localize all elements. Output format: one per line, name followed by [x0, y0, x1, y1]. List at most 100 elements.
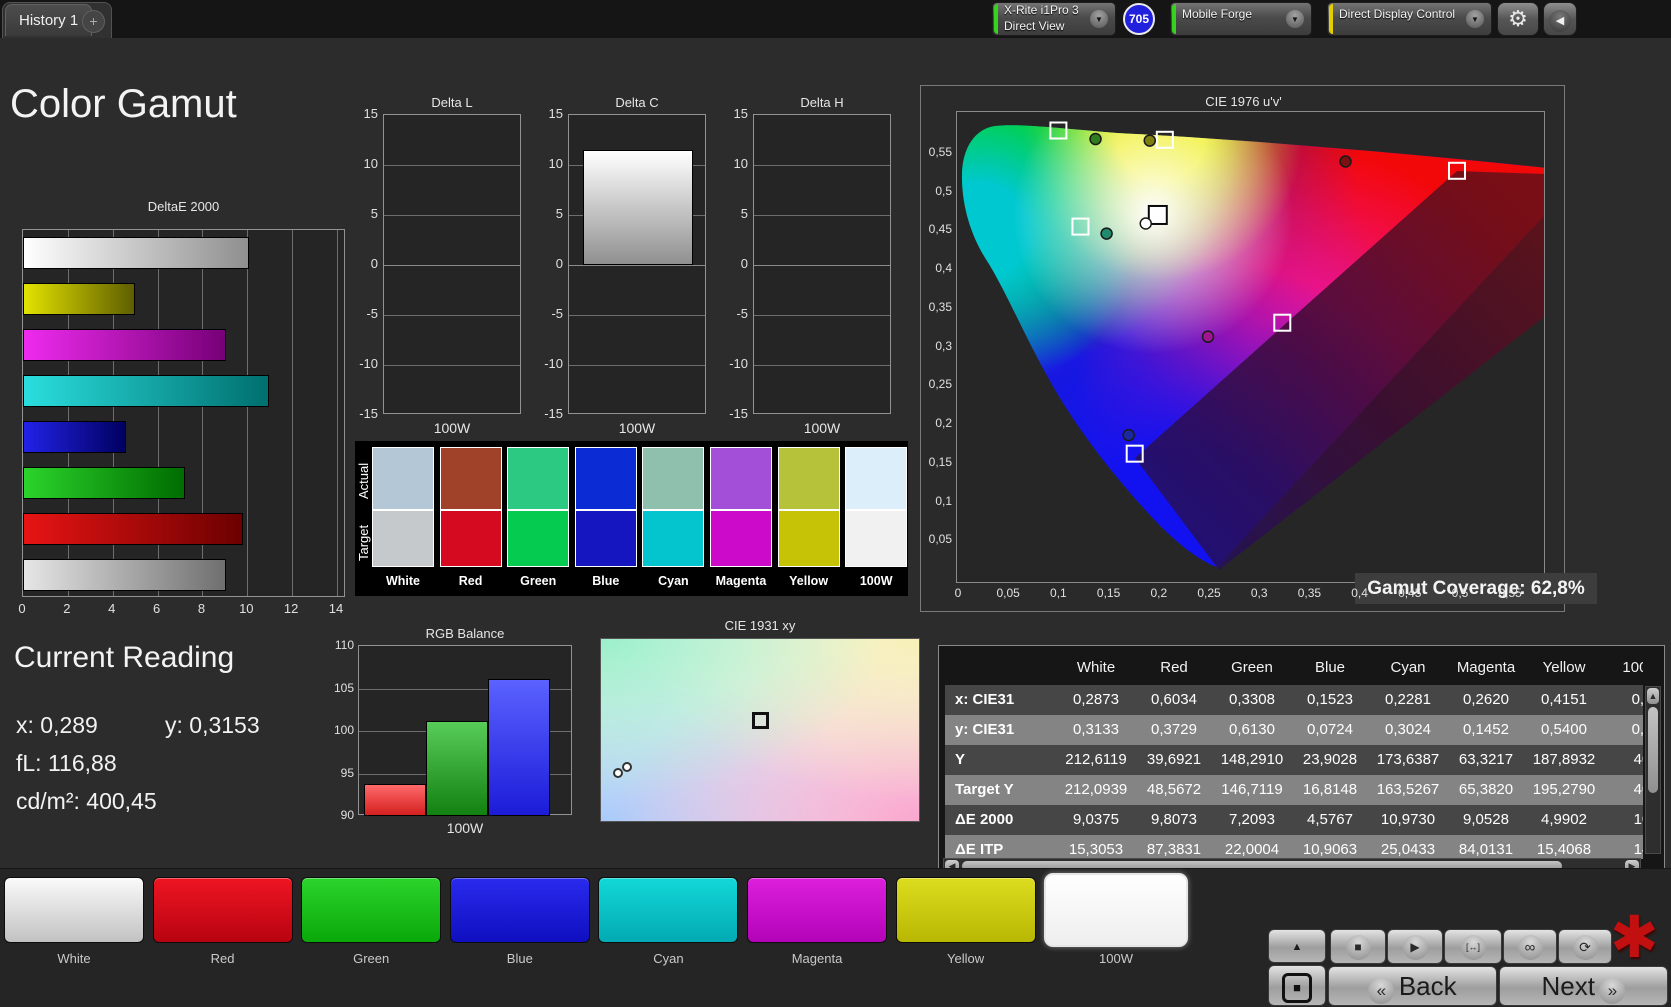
table-cell: 195,2790 — [1525, 775, 1603, 805]
table-cell: 0,2873 — [1057, 685, 1135, 715]
table-cell: 0,3133 — [1057, 715, 1135, 745]
column-header-green: Green — [1213, 651, 1291, 685]
add-tab-button[interactable]: + — [82, 10, 105, 33]
table-cell: 212,6119 — [1057, 745, 1135, 775]
target-swatch-red — [440, 510, 502, 567]
measured-point-marker — [622, 762, 632, 772]
vertical-scroll-thumb[interactable] — [1648, 707, 1658, 793]
table-row: Y212,611939,6921148,291023,9028173,63876… — [945, 745, 1643, 775]
expand-panel-button[interactable]: ▲ — [1268, 929, 1326, 963]
settings-button[interactable]: ⚙ — [1497, 2, 1539, 36]
patch-button-magenta[interactable] — [747, 877, 887, 943]
column-header-white: White — [1057, 651, 1135, 685]
table-cell: 15,4068 — [1525, 835, 1603, 859]
delta-h-chart: Delta H 100W 151050-5-10-15 — [708, 95, 898, 440]
gridline — [247, 230, 248, 596]
axis-tick-label: 10 — [236, 601, 256, 616]
measured-red-marker — [1340, 156, 1351, 167]
patch-button-yellow[interactable] — [896, 877, 1036, 943]
cie1931-chart — [600, 638, 920, 822]
back-button[interactable]: « Back — [1328, 966, 1497, 1006]
gridline — [384, 215, 520, 216]
axis-tick-label: -10 — [523, 356, 563, 371]
play-button[interactable]: ▶ — [1387, 929, 1443, 964]
axis-tick-label: 12 — [281, 601, 301, 616]
swatch-label: White — [372, 574, 434, 588]
patch-button-100w[interactable] — [1044, 873, 1188, 947]
patch-button-green[interactable] — [301, 877, 441, 943]
reading-x: x: 0,289 — [16, 712, 98, 739]
axis-tick-label: -5 — [708, 306, 748, 321]
stop-button[interactable]: ■ — [1330, 929, 1386, 964]
axis-tick-label: 2 — [57, 601, 77, 616]
swatch-label: Green — [507, 574, 569, 588]
measured-green-marker — [1090, 134, 1101, 145]
table-cell: 15,3053 — [1057, 835, 1135, 859]
refresh-icon: ⟳ — [1573, 935, 1598, 960]
next-button[interactable]: Next » — [1499, 966, 1668, 1006]
table-cell: 25,0433 — [1369, 835, 1447, 859]
axis-tick-label: 6 — [147, 601, 167, 616]
axis-tick-label: 0,25 — [1193, 586, 1225, 600]
measured-magenta-marker — [1202, 331, 1213, 342]
next-button-label: Next — [1542, 971, 1595, 1001]
gridline — [569, 315, 705, 316]
gridline — [569, 365, 705, 366]
target-row-label: Target — [356, 513, 371, 573]
table-row: Target Y212,093948,5672146,711916,814816… — [945, 775, 1643, 805]
square-icon: ■ — [1282, 973, 1312, 1003]
table-cell: 0,2281 — [1369, 685, 1447, 715]
swatch-label: Blue — [575, 574, 637, 588]
table-cell: 16,8148 — [1291, 775, 1369, 805]
collapse-panel-button[interactable]: ◀ — [1543, 2, 1577, 36]
table-cell: 10 — [1603, 805, 1643, 835]
table-cell: 146,7119 — [1213, 775, 1291, 805]
table-cell: 4,9902 — [1525, 805, 1603, 835]
delta_c-bar — [583, 150, 693, 265]
table-cell: 23,9028 — [1291, 745, 1369, 775]
swatch-label: 100W — [845, 574, 907, 588]
column-header-100w: 100W — [1603, 651, 1643, 685]
rgb-balance-title: RGB Balance — [358, 626, 572, 641]
step-button[interactable]: [↔] — [1444, 929, 1502, 964]
patch-button-white[interactable] — [4, 877, 144, 943]
axis-tick-label: -15 — [338, 406, 378, 421]
axis-tick-label: 0,55 — [921, 145, 952, 159]
swatch-label: Yellow — [778, 574, 840, 588]
patch-button-cyan[interactable] — [598, 877, 738, 943]
table-cell: 0,6130 — [1213, 715, 1291, 745]
actual-swatch-blue — [575, 447, 637, 510]
calman-logo-icon: ✱ — [1610, 909, 1659, 967]
axis-tick-label: 4 — [102, 601, 122, 616]
axis-tick-label: 0,2 — [921, 416, 952, 430]
tab-history-1[interactable]: History 1 — [5, 4, 92, 36]
axis-tick-label: 0,4 — [1344, 586, 1376, 600]
axis-tick-label: 10 — [523, 156, 563, 171]
measured-white-marker — [1140, 218, 1151, 229]
row-label: Target Y — [945, 775, 1057, 805]
axis-tick-label: 10 — [708, 156, 748, 171]
rgb-bar-green — [426, 721, 488, 816]
column-header-cyan: Cyan — [1369, 651, 1447, 685]
refresh-button[interactable]: ⟳ — [1558, 929, 1612, 964]
axis-tick-label: -5 — [338, 306, 378, 321]
table-cell: 40 — [1603, 745, 1643, 775]
source-dropdown[interactable]: Mobile Forge ▼ — [1170, 2, 1312, 36]
actual-swatch-100w — [845, 447, 907, 510]
delta-c-chart: Delta C 100W 151050-5-10-15 — [523, 95, 713, 440]
calman-color-gamut-screen: History 1 + X-Rite i1Pro 3Direct View ▼ … — [0, 0, 1671, 1007]
display-control-dropdown[interactable]: Direct Display Control ▼ — [1327, 2, 1492, 36]
axis-tick-label: 0,15 — [1093, 586, 1125, 600]
meter-dropdown[interactable]: X-Rite i1Pro 3Direct View ▼ — [992, 2, 1116, 36]
loop-infinite-button[interactable]: ∞ — [1503, 929, 1557, 964]
target-swatch-blue — [575, 510, 637, 567]
cie1976-title: CIE 1976 u'v' — [921, 94, 1566, 109]
table-cell: 48,5672 — [1135, 775, 1213, 805]
scroll-up-button[interactable]: ▲ — [1647, 688, 1659, 704]
window-mode-button[interactable]: ■ — [1268, 965, 1326, 1006]
column-header-magenta: Magenta — [1447, 651, 1525, 685]
patch-button-red[interactable] — [153, 877, 293, 943]
patch-button-blue[interactable] — [450, 877, 590, 943]
table-vertical-scrollbar[interactable]: ▲ — [1645, 686, 1661, 854]
table-cell: 10,9063 — [1291, 835, 1369, 859]
